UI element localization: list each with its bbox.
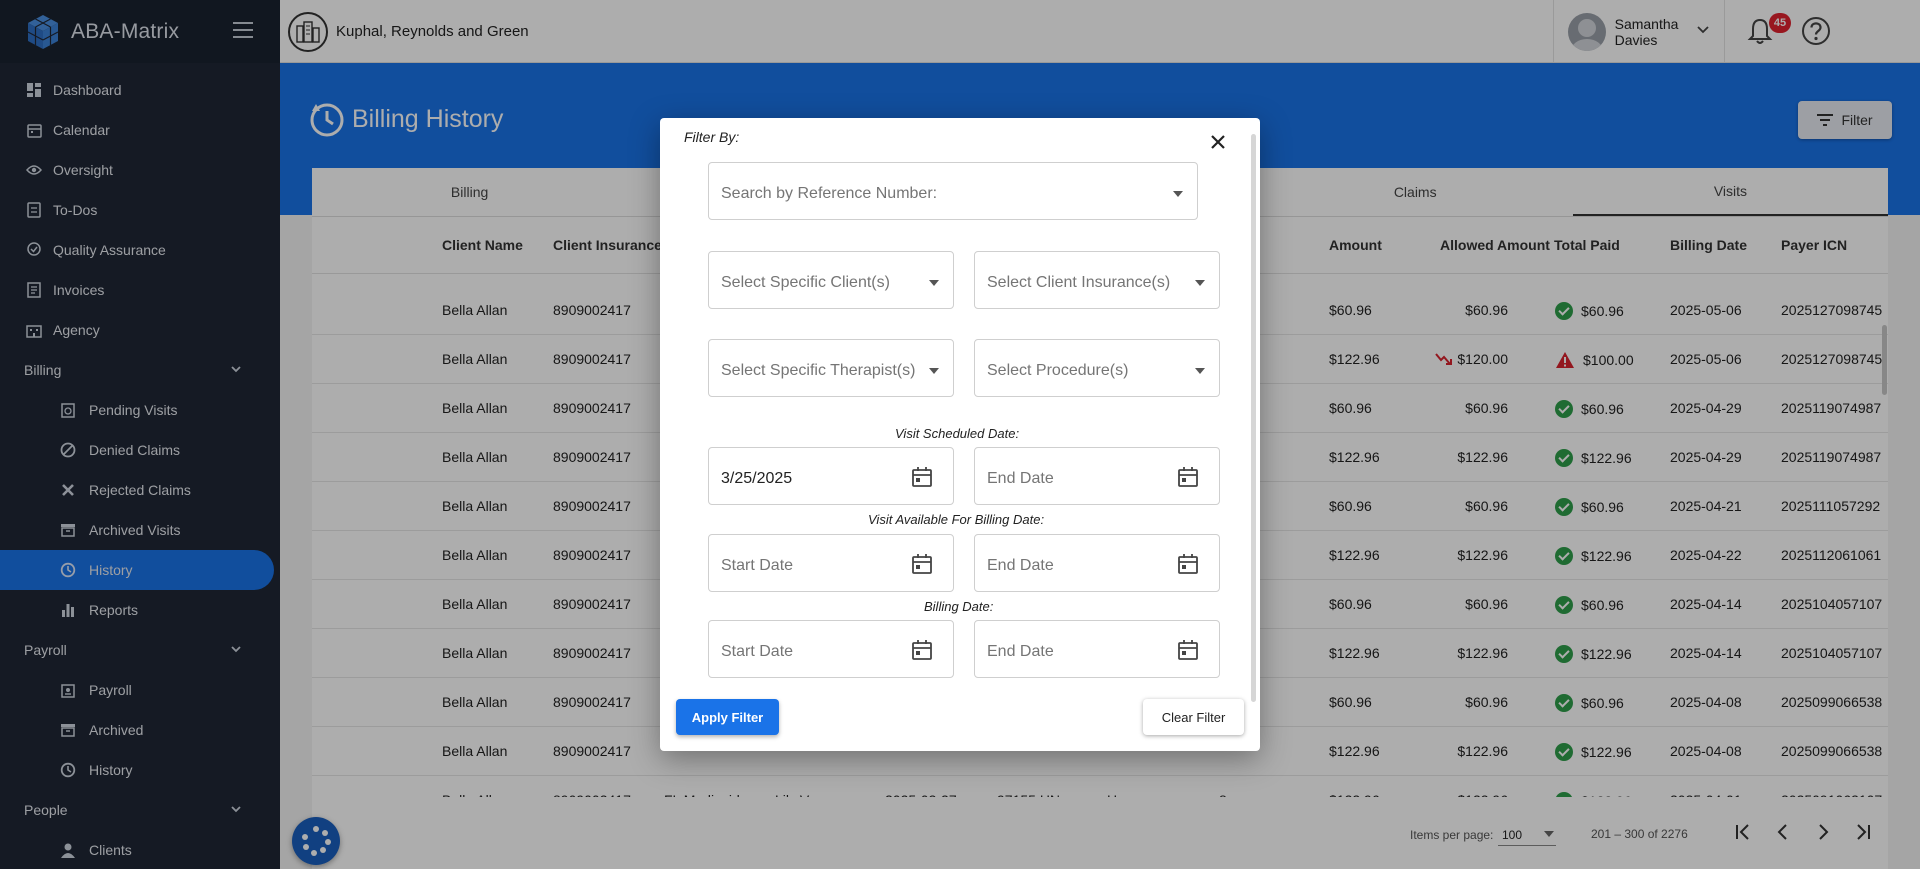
client-insurance-select[interactable]: Select Client Insurance(s) (974, 251, 1220, 309)
calendar-icon[interactable] (911, 553, 933, 575)
billing-end-placeholder: End Date (987, 643, 1054, 660)
therapist-select[interactable]: Select Specific Therapist(s) (708, 339, 954, 397)
dropdown-arrow-icon (1173, 191, 1183, 197)
billing-start-date-input[interactable]: Start Date (708, 620, 954, 678)
calendar-icon[interactable] (911, 466, 933, 488)
calendar-icon[interactable] (1177, 466, 1199, 488)
dialog-scrollbar[interactable] (1251, 134, 1256, 702)
scheduled-start-date-input[interactable]: 3/25/2025 (708, 447, 954, 505)
billing-start-placeholder: Start Date (721, 643, 794, 660)
reference-number-placeholder: Search by Reference Number: (721, 185, 938, 202)
calendar-icon[interactable] (1177, 553, 1199, 575)
procedure-placeholder: Select Procedure(s) (987, 362, 1129, 379)
reference-number-select[interactable]: Search by Reference Number: (708, 162, 1198, 220)
clear-filter-button[interactable]: Clear Filter (1143, 699, 1244, 735)
client-select[interactable]: Select Specific Client(s) (708, 251, 954, 309)
calendar-icon[interactable] (911, 639, 933, 661)
client-placeholder: Select Specific Client(s) (721, 274, 890, 291)
dropdown-arrow-icon (1195, 280, 1205, 286)
dropdown-arrow-icon (1195, 368, 1205, 374)
billing-date-label: Billing Date: (924, 599, 994, 614)
insurance-placeholder: Select Client Insurance(s) (987, 274, 1171, 291)
dialog-title: Filter By: (684, 129, 740, 145)
billing-end-date-input[interactable]: End Date (974, 620, 1220, 678)
scheduled-end-date-input[interactable]: End Date (974, 447, 1220, 505)
close-icon[interactable] (1206, 130, 1230, 154)
scheduled-date-label: Visit Scheduled Date: (895, 426, 1020, 441)
apply-filter-button[interactable]: Apply Filter (676, 699, 779, 735)
therapist-placeholder: Select Specific Therapist(s) (721, 362, 916, 379)
available-start-date-input[interactable]: Start Date (708, 534, 954, 592)
scheduled-start-value: 3/25/2025 (721, 470, 793, 487)
procedure-select[interactable]: Select Procedure(s) (974, 339, 1220, 397)
calendar-icon[interactable] (1177, 639, 1199, 661)
available-end-placeholder: End Date (987, 557, 1054, 574)
available-start-placeholder: Start Date (721, 557, 794, 574)
scheduled-end-placeholder: End Date (987, 470, 1054, 487)
dropdown-arrow-icon (929, 368, 939, 374)
filter-dialog: Filter By: Search by Reference Number: S… (660, 118, 1260, 751)
available-date-label: Visit Available For Billing Date: (868, 512, 1045, 527)
available-end-date-input[interactable]: End Date (974, 534, 1220, 592)
dropdown-arrow-icon (929, 280, 939, 286)
